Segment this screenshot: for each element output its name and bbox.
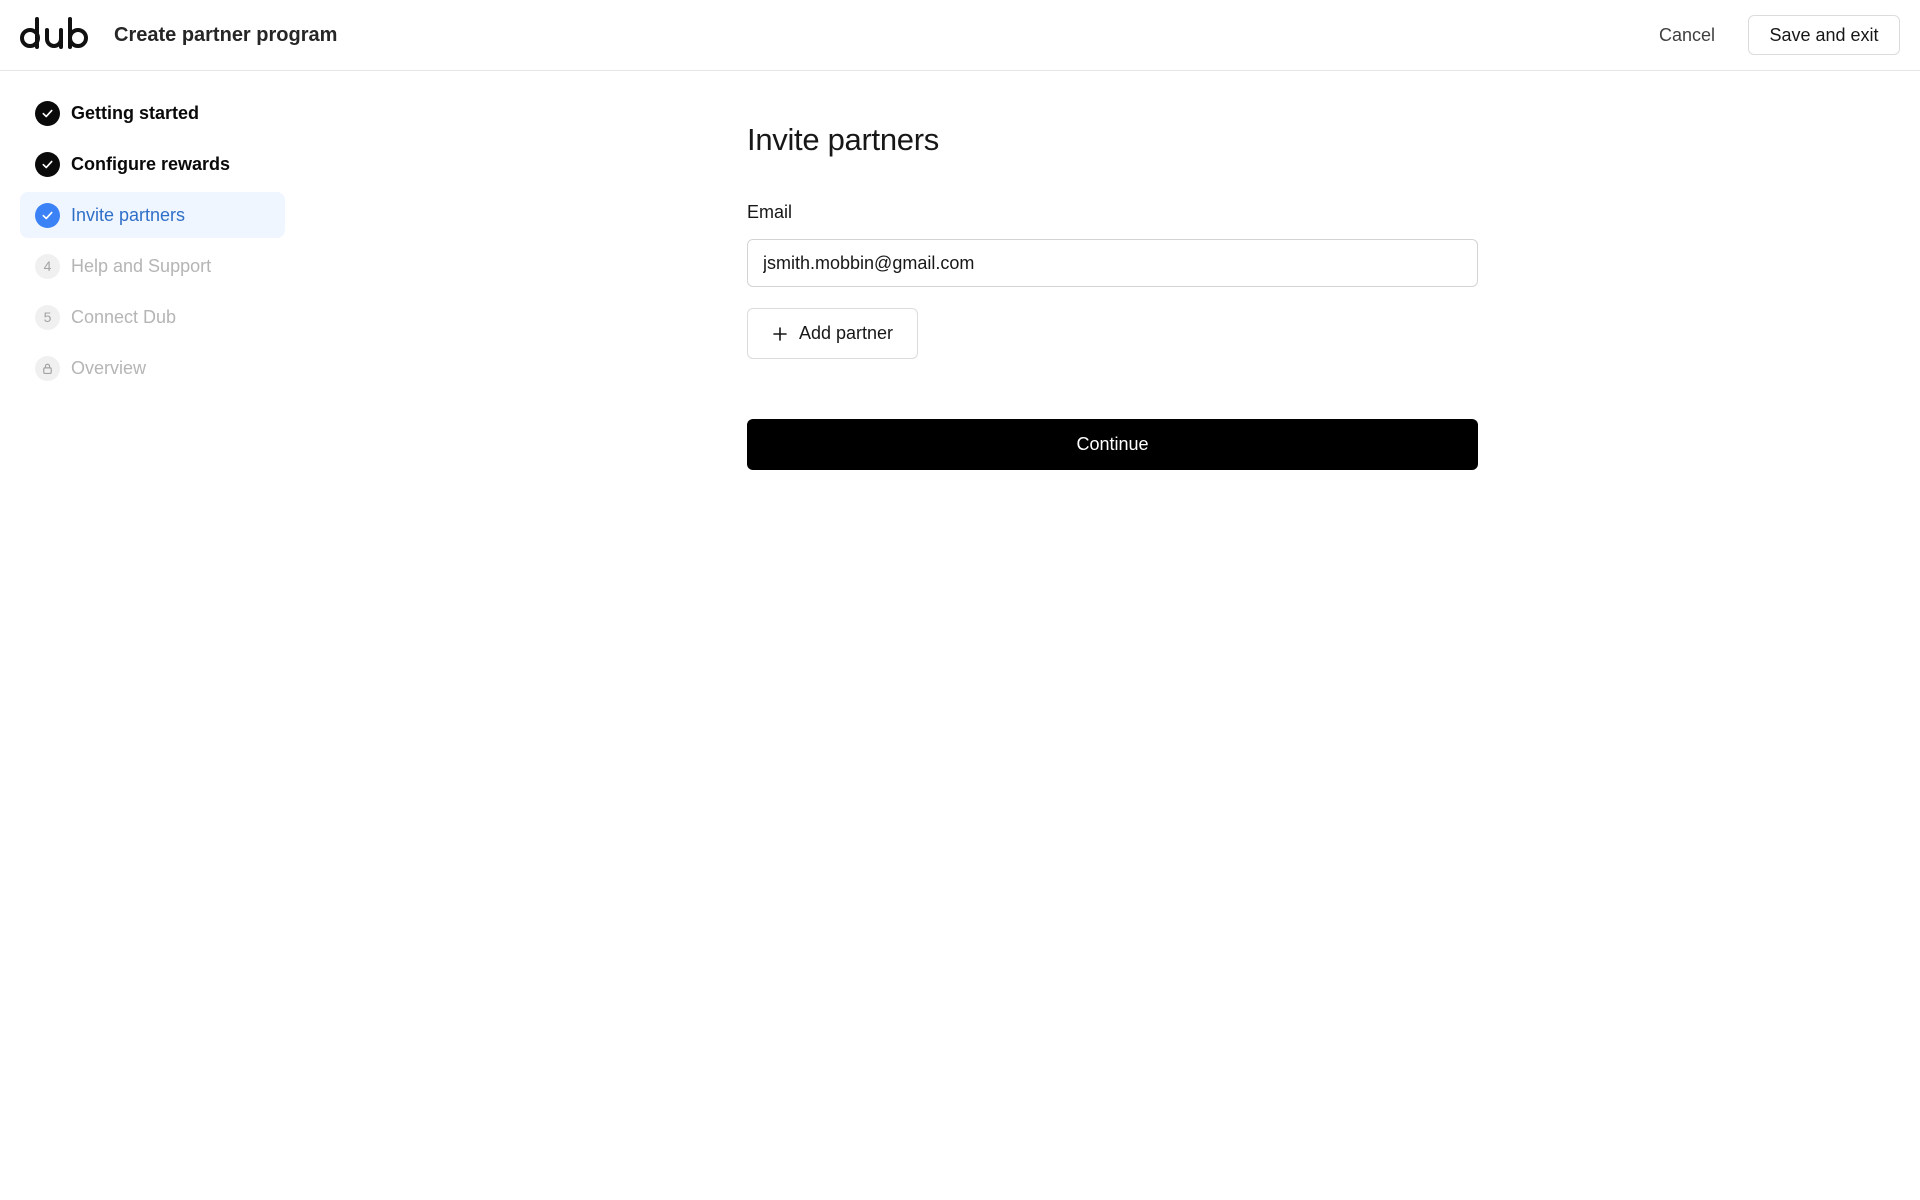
email-label: Email	[747, 202, 793, 222]
invite-partners-form: Invite partners Email Add partner Contin…	[747, 120, 1478, 470]
email-field[interactable]	[747, 239, 1478, 287]
add-partner-label: Add partner	[798, 323, 894, 343]
dub-logo[interactable]	[20, 17, 90, 49]
step-label: Help and Support	[71, 256, 212, 276]
cancel-button[interactable]: Cancel	[1640, 16, 1734, 54]
lock-icon	[35, 355, 60, 381]
top-header: Create partner program Cancel Save and e…	[0, 0, 1920, 71]
step-label: Overview	[71, 358, 147, 378]
page-header-title: Create partner program	[114, 24, 338, 46]
dub-logo-mark	[20, 17, 88, 49]
step-number-badge: 4	[35, 253, 60, 279]
continue-button[interactable]: Continue	[747, 419, 1478, 470]
step-connect-dub: 5 Connect Dub	[20, 294, 285, 340]
check-icon	[35, 100, 60, 126]
check-icon	[35, 151, 60, 177]
step-invite-partners[interactable]: Invite partners	[20, 192, 285, 238]
step-getting-started[interactable]: Getting started	[20, 90, 285, 136]
add-partner-button[interactable]: Add partner	[747, 308, 918, 359]
step-label: Configure rewards	[71, 154, 231, 174]
step-label: Getting started	[71, 103, 200, 123]
steps-sidebar: Getting started Configure rewards Invite…	[20, 90, 285, 396]
step-label: Invite partners	[71, 205, 186, 225]
step-configure-rewards[interactable]: Configure rewards	[20, 141, 285, 187]
step-help-and-support: 4 Help and Support	[20, 243, 285, 289]
step-label: Connect Dub	[71, 307, 177, 327]
page-title: Invite partners	[747, 122, 939, 157]
step-overview: Overview	[20, 345, 285, 391]
plus-icon	[772, 326, 788, 342]
check-icon	[35, 202, 60, 228]
save-and-exit-button[interactable]: Save and exit	[1748, 15, 1900, 55]
step-number-badge: 5	[35, 304, 60, 330]
